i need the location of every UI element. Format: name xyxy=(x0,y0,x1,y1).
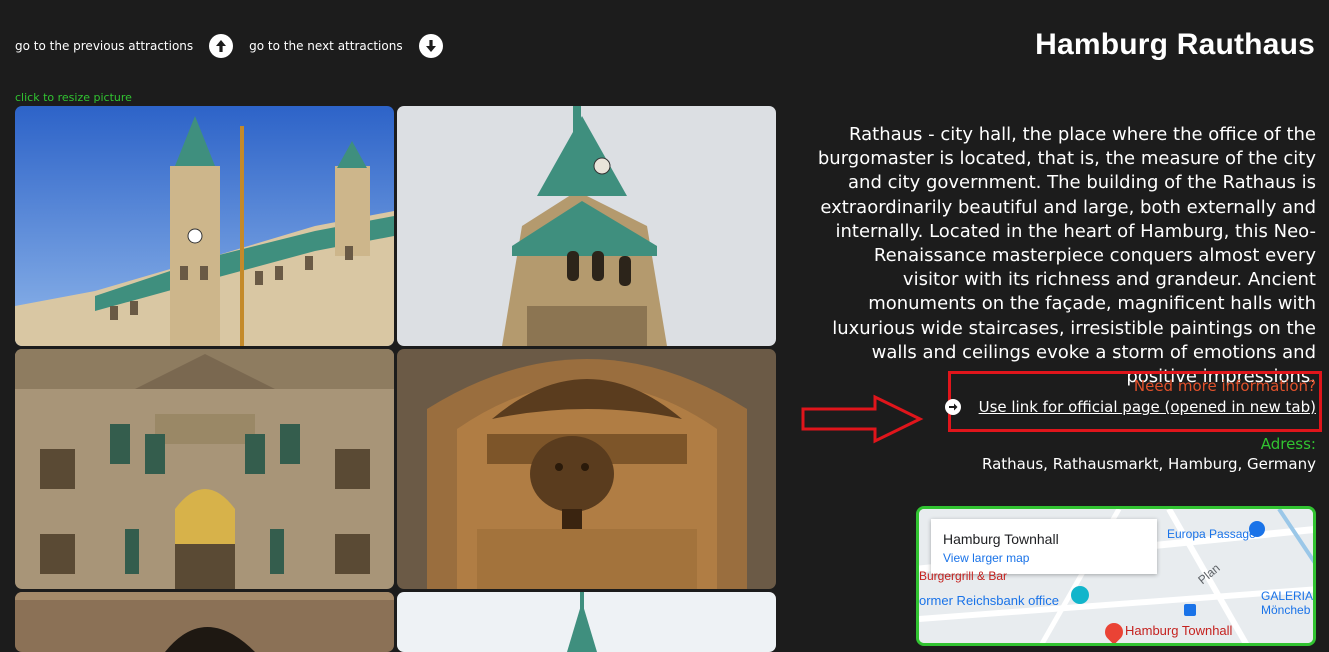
map-info-card: Hamburg Townhall View larger map xyxy=(931,519,1157,574)
address-value: Rathaus, Rathausmarkt, Hamburg, Germany xyxy=(982,455,1316,473)
photo-townhall-facade[interactable] xyxy=(15,106,394,346)
page-title: Hamburg Rauthaus xyxy=(1035,28,1315,61)
arrow-up-icon[interactable] xyxy=(209,34,234,58)
prev-attraction-label[interactable]: go to the previous attractions xyxy=(15,39,193,53)
more-info-question: Need more information? xyxy=(1133,377,1316,395)
attraction-nav: go to the previous attractions go to the… xyxy=(15,34,459,58)
embedded-map[interactable]: Hamburg Townhall View larger map Europa … xyxy=(916,506,1316,646)
official-page-link-row[interactable]: Use link for official page (opened in ne… xyxy=(944,398,1316,416)
resize-hint: click to resize picture xyxy=(15,91,132,104)
map-label-burgergrill: Burgergrill & Bar xyxy=(919,569,1008,583)
photo-ornate-facade[interactable] xyxy=(15,349,394,589)
bank-icon xyxy=(1071,586,1089,604)
map-place-name: Hamburg Townhall xyxy=(943,531,1059,547)
photo-townhall-tower[interactable] xyxy=(397,106,776,346)
map-label-monckeb: Möncheb xyxy=(1261,603,1311,617)
photo-tower-sky[interactable] xyxy=(397,592,776,652)
photo-bronze-fountain[interactable] xyxy=(397,349,776,589)
transit-icon xyxy=(1184,604,1196,616)
shopping-bag-icon xyxy=(1249,521,1265,537)
photo-interior[interactable] xyxy=(15,592,394,652)
arrow-down-icon[interactable] xyxy=(418,34,443,58)
attraction-description: Rathaus - city hall, the place where the… xyxy=(817,124,1316,388)
map-label-galeria: GALERIA xyxy=(1261,589,1314,603)
map-label-reichsbank: ormer Reichsbank office xyxy=(919,593,1059,608)
circle-arrow-right-icon[interactable] xyxy=(944,399,961,415)
address-label: Adress: xyxy=(1260,435,1316,453)
map-label-europa: Europa Passage xyxy=(1167,527,1256,541)
map-pin-label: Hamburg Townhall xyxy=(1125,623,1233,638)
official-page-link[interactable]: Use link for official page (opened in ne… xyxy=(979,398,1316,416)
view-larger-map-link[interactable]: View larger map xyxy=(943,551,1029,565)
arrow-right-icon xyxy=(801,394,924,444)
next-attraction-label[interactable]: go to the next attractions xyxy=(249,39,402,53)
